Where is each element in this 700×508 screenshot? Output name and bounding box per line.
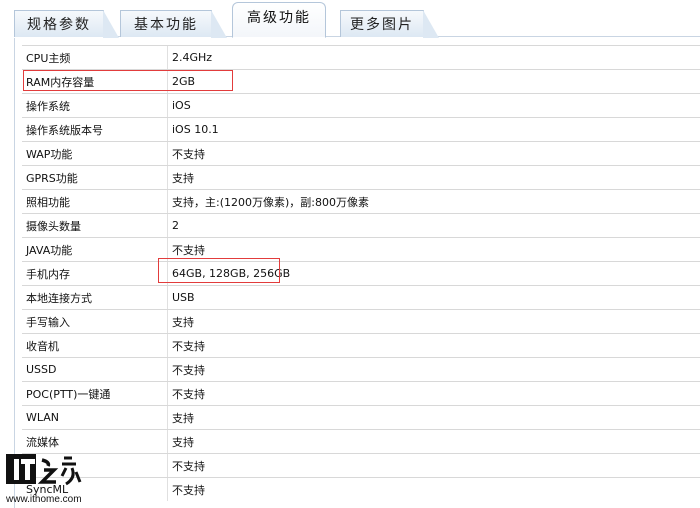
spec-value: 支持 <box>172 411 194 425</box>
tab-bar: 规格参数 基本功能 更多图片 高级功能 <box>0 0 700 38</box>
spec-key: WLAN <box>22 406 168 429</box>
tab-label: 高级功能 <box>247 10 311 26</box>
spec-value: 不支持 <box>172 363 205 377</box>
spec-key: RAM内存容量 <box>22 70 168 93</box>
tab-label: 更多图片 <box>350 17 414 33</box>
tab-specs[interactable]: 规格参数 <box>14 10 119 38</box>
table-row: WAP功能 不支持 <box>22 141 700 165</box>
table-row: GPRS功能 支持 <box>22 165 700 189</box>
table-row: 手机内存 64GB, 128GB, 256GB <box>22 261 700 285</box>
table-row: 本地连接方式 USB <box>22 285 700 309</box>
spec-value: 2 <box>172 219 179 232</box>
table-row: USSD 不支持 <box>22 357 700 381</box>
tab-label: 规格参数 <box>27 17 91 33</box>
panel-left-border <box>14 38 15 508</box>
spec-key: JAVA功能 <box>22 238 168 261</box>
table-row: SyncML 不支持 <box>22 477 700 501</box>
tab-more-images[interactable]: 更多图片 <box>340 10 439 38</box>
spec-key: 摄像头数量 <box>22 214 168 237</box>
table-row: 操作系统版本号 iOS 10.1 <box>22 117 700 141</box>
spec-key: 手写输入 <box>22 310 168 333</box>
tab-label: 基本功能 <box>134 17 198 33</box>
spec-value: USB <box>172 291 195 304</box>
spec-key: 操作系统 <box>22 94 168 117</box>
table-row: 流媒体 支持 <box>22 429 700 453</box>
table-row: 操作系统 iOS <box>22 93 700 117</box>
spec-value: iOS 10.1 <box>172 123 219 136</box>
spec-key: CPU主频 <box>22 46 168 69</box>
spec-value: 不支持 <box>172 387 205 401</box>
table-row: POC(PTT)一键通 不支持 <box>22 381 700 405</box>
spec-key: 操作系统版本号 <box>22 118 168 141</box>
spec-key: POC(PTT)一键通 <box>22 382 168 405</box>
table-row: 收音机 不支持 <box>22 333 700 357</box>
tab-advanced-features[interactable]: 高级功能 <box>232 2 326 38</box>
table-row: 照相功能 支持，主:(1200万像素)，副:800万像素 <box>22 189 700 213</box>
table-row: 手写输入 支持 <box>22 309 700 333</box>
spec-value: 不支持 <box>172 147 205 161</box>
spec-key: GPRS功能 <box>22 166 168 189</box>
spec-value: 2GB <box>172 75 196 88</box>
spec-value: iOS <box>172 99 191 112</box>
spec-table: CPU主频 2.4GHz RAM内存容量 2GB 操作系统 iOS 操作系统版本号 iOS 1… <box>22 45 700 501</box>
spec-value: 支持 <box>172 315 194 329</box>
spec-value: 支持，主:(1200万像素)，副:800万像素 <box>172 195 369 209</box>
spec-value: 支持 <box>172 435 194 449</box>
spec-key: 收音机 <box>22 334 168 357</box>
spec-value: 不支持 <box>172 483 205 497</box>
tab-basic-features[interactable]: 基本功能 <box>120 10 227 38</box>
table-row: RAM内存容量 2GB <box>22 69 700 93</box>
table-row: WLAN 支持 <box>22 405 700 429</box>
table-row: JAVA功能 不支持 <box>22 237 700 261</box>
spec-key: WAP功能 <box>22 142 168 165</box>
spec-key: USSD <box>22 358 168 381</box>
spec-value: 不支持 <box>172 459 205 473</box>
spec-value: 不支持 <box>172 339 205 353</box>
spec-value: 支持 <box>172 171 194 185</box>
spec-key: 手机内存 <box>22 262 168 285</box>
table-row: CPU主频 2.4GHz <box>22 45 700 69</box>
table-row: 摄像头数量 2 <box>22 213 700 237</box>
spec-value: 不支持 <box>172 243 205 257</box>
spec-value: 2.4GHz <box>172 51 213 64</box>
spec-key: 本地连接方式 <box>22 286 168 309</box>
spec-key: 照相功能 <box>22 190 168 213</box>
spec-value: 64GB, 128GB, 256GB <box>172 267 291 280</box>
table-row: 不支持 <box>22 453 700 477</box>
ithome-url: www.ithome.com <box>6 494 82 505</box>
